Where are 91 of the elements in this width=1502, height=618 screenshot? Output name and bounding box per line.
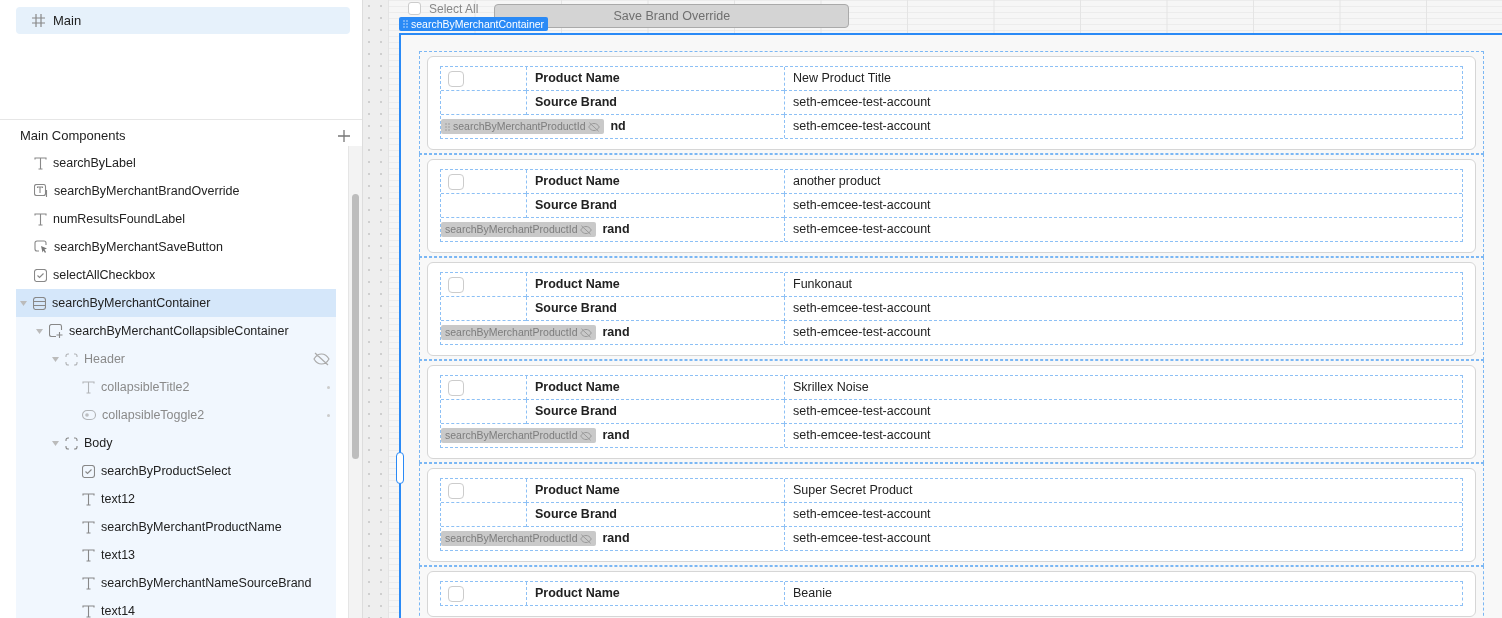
tree-item[interactable]: searchByMerchantContainer <box>16 289 336 317</box>
eye-off-icon <box>580 430 593 441</box>
text-icon <box>34 156 47 170</box>
tree-item[interactable]: text12 <box>16 485 336 513</box>
text-icon <box>82 492 95 506</box>
checkbox[interactable] <box>448 173 464 190</box>
field-value: another product <box>793 173 881 191</box>
field-value: seth-emcee-test-account <box>793 506 931 524</box>
text-icon <box>82 548 95 562</box>
text-icon <box>82 380 95 394</box>
eye-off-icon <box>580 224 593 235</box>
eye-off-icon <box>313 352 330 366</box>
tree-item[interactable]: searchByLabel <box>16 149 336 177</box>
eye-off-icon <box>588 121 601 132</box>
tree-item[interactable]: numResultsFoundLabel <box>16 205 336 233</box>
dot-icon <box>327 385 330 389</box>
text-icon <box>82 520 95 534</box>
text-icon <box>82 576 95 590</box>
tree-item[interactable]: Body <box>16 429 336 457</box>
tree-item[interactable]: searchByMerchantBrandOverride <box>16 177 336 205</box>
checkbox-label: Select All <box>429 2 479 16</box>
field-value: seth-emcee-test-account <box>793 324 931 342</box>
field-label: Product Name <box>535 276 620 294</box>
field-label: Product Name <box>535 482 620 500</box>
checkbox[interactable] <box>408 2 421 15</box>
checkbox[interactable] <box>448 276 464 293</box>
text-icon <box>34 212 47 226</box>
field-label: Product Name <box>535 585 620 603</box>
tree-item[interactable]: text14 <box>16 597 336 618</box>
checkbox-icon <box>34 268 47 282</box>
tree-item[interactable]: searchByMerchantCollapsibleContainer <box>16 317 336 345</box>
field-value: seth-emcee-test-account <box>793 94 931 112</box>
scrollbar[interactable] <box>348 146 362 618</box>
caret-icon[interactable] <box>36 328 43 334</box>
toggle-icon <box>82 409 96 421</box>
text-icon <box>82 604 95 618</box>
field-label: Source Brand <box>535 403 617 421</box>
grip-icon <box>403 20 408 28</box>
field-value: Beanie <box>793 585 832 603</box>
frame-icon <box>65 352 78 366</box>
field-label: rand <box>602 324 630 342</box>
field-label: Source Brand <box>535 94 617 112</box>
text-field-icon <box>34 184 48 198</box>
field-value: seth-emcee-test-account <box>793 197 931 215</box>
tree-item[interactable]: searchByMerchantNameSourceBrand <box>16 569 336 597</box>
field-value: Funkonaut <box>793 276 853 294</box>
field-label: rand <box>602 221 630 239</box>
field-value: seth-emcee-test-account <box>793 427 931 445</box>
resize-handle[interactable] <box>396 452 404 484</box>
field-label: Product Name <box>535 173 620 191</box>
field-value: seth-emcee-test-account <box>793 300 931 318</box>
page-item[interactable]: Main <box>16 7 350 34</box>
checkbox-icon <box>82 464 95 478</box>
frame-icon <box>65 436 78 450</box>
field-label: Source Brand <box>535 197 617 215</box>
checkbox[interactable] <box>448 379 464 396</box>
tree-item[interactable]: searchByProductSelect <box>16 457 336 485</box>
tree-item[interactable]: searchByMerchantProductName <box>16 513 336 541</box>
frame-icon <box>32 14 45 27</box>
tree-item[interactable]: selectAllCheckbox <box>16 261 336 289</box>
field-value: Super Secret Product <box>793 482 913 500</box>
eye-off-icon <box>580 533 593 544</box>
caret-icon[interactable] <box>52 440 59 446</box>
field-value: Skrillex Noise <box>793 379 869 397</box>
caret-icon[interactable] <box>20 300 27 306</box>
checkbox[interactable] <box>448 70 464 87</box>
field-value: seth-emcee-test-account <box>793 530 931 548</box>
field-label: nd <box>610 118 626 136</box>
cursor-icon <box>34 240 48 254</box>
caret-icon[interactable] <box>52 356 59 362</box>
eye-off-icon <box>580 327 593 338</box>
field-label: Product Name <box>535 70 620 88</box>
field-label: Product Name <box>535 379 620 397</box>
field-label: rand <box>602 427 630 445</box>
dot-icon <box>327 413 330 417</box>
collapsible-icon <box>49 324 63 338</box>
field-value: seth-emcee-test-account <box>793 403 931 421</box>
checkbox[interactable] <box>448 585 464 602</box>
add-icon[interactable] <box>338 130 350 142</box>
section-title: Main Components <box>20 127 126 146</box>
scrollbar-thumb[interactable] <box>352 194 359 459</box>
checkbox[interactable] <box>448 482 464 499</box>
field-value: seth-emcee-test-account <box>793 118 931 136</box>
tree-item[interactable]: text13 <box>16 541 336 569</box>
field-label: rand <box>602 530 630 548</box>
tree-item[interactable]: searchByMerchantSaveButton <box>16 233 336 261</box>
field-label: Source Brand <box>535 506 617 524</box>
field-value: seth-emcee-test-account <box>793 221 931 239</box>
field-value: New Product Title <box>793 70 891 88</box>
field-label: Source Brand <box>535 300 617 318</box>
container-icon <box>33 296 46 310</box>
